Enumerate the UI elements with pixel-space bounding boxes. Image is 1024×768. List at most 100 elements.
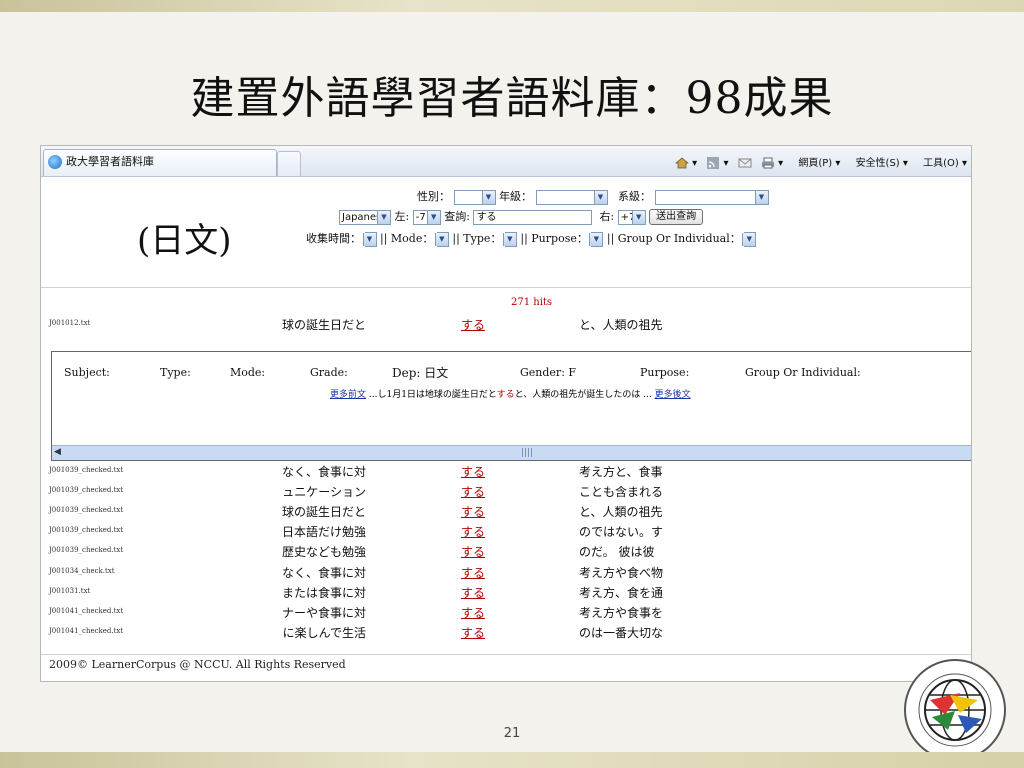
horizontal-scrollbar[interactable]: ◀ <box>52 445 971 460</box>
dept-select[interactable]: ▼ <box>654 189 769 205</box>
purpose-select[interactable]: ▼ <box>589 231 604 247</box>
print-icon[interactable]: ▾ <box>761 157 783 169</box>
filter-row-1: 性別： ▼ 年級： ▼ 系級： ▼ <box>417 188 769 205</box>
submit-query-button[interactable]: 送出查詢 <box>649 209 704 225</box>
right-context: と、人類の祖先 <box>579 505 663 520</box>
kwic-row: J001039_checked.txt なく、食事に対 する 考え方と、食事 <box>41 461 971 481</box>
file-name: J001041_checked.txt <box>49 626 124 635</box>
right-context: 考え方や食事を <box>579 605 664 620</box>
language-select[interactable]: Japanese ▼ <box>339 209 391 225</box>
file-name: J001031.txt <box>49 586 91 595</box>
footer-divider <box>41 654 971 655</box>
right-window-select[interactable]: +7 ▼ <box>617 209 646 225</box>
chevron-left-icon[interactable]: ◀ <box>54 447 61 457</box>
kwic-row: J001041_checked.txt に楽しんで生活 する のは一番大切な <box>41 622 971 642</box>
concordance-sentence: 更多前文 ...し1月1日は地球の誕生日だとすると、人類の祖先が誕生したのは .… <box>330 387 691 400</box>
safety-menu[interactable]: 安全性(S) ▾ <box>850 158 908 169</box>
file-name: J001039_checked.txt <box>49 526 124 535</box>
keyword-link[interactable]: する <box>461 483 485 500</box>
new-tab-button[interactable] <box>277 151 301 176</box>
collect-time-label: 收集時間： <box>306 232 361 245</box>
kwic-row: J001034_check.txt なく、食事に対 する 考え方や食べ物 <box>41 562 971 582</box>
chevron-down-icon: ▼ <box>593 190 607 204</box>
file-name: J001039_checked.txt <box>49 546 124 555</box>
purpose-field: Purpose: <box>640 366 690 379</box>
left-context: ュニケーション <box>282 485 366 500</box>
chevron-down-icon: ▼ <box>754 190 768 204</box>
grade-field: Grade: <box>310 366 348 379</box>
gender-field: Gender: F <box>520 366 577 379</box>
kwic-row-first: J001012.txt 球の誕生日だと する と、人類の祖先 <box>41 314 971 334</box>
browser-tab[interactable]: 政大學習者語料庫 <box>43 149 277 176</box>
keyword-link[interactable]: する <box>461 604 485 621</box>
chevron-down-icon: ▼ <box>434 232 448 246</box>
keyword-link[interactable]: する <box>461 624 485 641</box>
file-name: J001012.txt <box>49 319 91 327</box>
keyword-link[interactable]: する <box>461 584 485 601</box>
left-window-label: 左: <box>394 210 410 223</box>
group-field: Group Or Individual: <box>745 366 861 379</box>
type-select[interactable]: ▼ <box>502 231 517 247</box>
tools-menu[interactable]: 工具(O) ▾ <box>917 158 967 169</box>
chevron-down-icon: ▼ <box>742 232 756 246</box>
filter-row-3: 收集時間： ▼ || Mode： ▼ || Type： ▼ || Purpose… <box>306 230 757 247</box>
right-context: ことも含まれる <box>579 485 664 500</box>
mode-select[interactable]: ▼ <box>434 231 449 247</box>
page-menu[interactable]: 網頁(P) ▾ <box>792 158 840 169</box>
right-context: のは一番大切な <box>579 625 664 640</box>
right-context: 考え方と、食事 <box>579 465 663 479</box>
more-after-link[interactable]: 更多後文 <box>655 390 691 400</box>
sentence-keyword: する <box>496 390 515 400</box>
kwic-row: J001039_checked.txt 球の誕生日だと する と、人類の祖先 <box>41 501 971 521</box>
left-context: 日本語だけ勉強 <box>281 525 366 540</box>
sentence-right: と、人類の祖先が誕生したのは ... <box>514 390 652 400</box>
mail-icon[interactable] <box>738 158 752 169</box>
dep-field: Dep: 日文 <box>392 366 449 380</box>
right-context: のだ。 彼は彼 <box>579 545 655 560</box>
group-label: || Group Or Individual： <box>606 232 741 245</box>
group-select[interactable]: ▼ <box>742 231 757 247</box>
left-window-select[interactable]: -7 ▼ <box>412 209 441 225</box>
divider <box>41 287 971 288</box>
kwic-row: J001039_checked.txt 日本語だけ勉強 する のではない。す <box>41 521 971 541</box>
rss-icon[interactable]: ▾ <box>706 157 729 169</box>
filter-row-2: Japanese ▼ 左: -7 ▼ 查詢: する 右: +7 ▼ 送出查詢 <box>339 208 704 225</box>
chevron-down-icon: ▼ <box>426 210 440 224</box>
keyword-link[interactable]: する <box>461 463 485 480</box>
search-form: (日文) 性別： ▼ 年級： ▼ 系級： ▼ Japanese ▼ 左: -7 ▼ … <box>41 177 971 287</box>
right-context: 考え方や食べ物 <box>579 565 664 580</box>
file-name: J001039_checked.txt <box>49 486 124 495</box>
gender-select[interactable]: ▼ <box>453 189 496 205</box>
sentence-left: ...し1月1日は地球の誕生日だと <box>368 390 497 400</box>
keyword-link[interactable]: する <box>461 543 485 560</box>
home-icon[interactable]: ▾ <box>674 157 697 169</box>
left-context: に楽しんで生活 <box>282 625 366 640</box>
hits-count: 271 hits <box>511 297 553 308</box>
right-context: 考え方、食を通 <box>579 585 664 600</box>
file-name: J001034_check.txt <box>49 566 115 575</box>
left-context: なく、食事に対 <box>281 565 366 580</box>
keyword-link[interactable]: する <box>461 523 485 540</box>
keyword-link[interactable]: する <box>461 316 485 333</box>
kwic-row: J001039_checked.txt ュニケーション する ことも含まれる <box>41 481 971 501</box>
scrollbar-grip[interactable] <box>522 448 532 457</box>
more-before-link[interactable]: 更多前文 <box>330 390 366 400</box>
query-input[interactable]: する <box>473 209 593 225</box>
keyword-link[interactable]: する <box>461 564 485 581</box>
grade-label: 年級： <box>499 190 532 203</box>
chevron-down-icon: ▼ <box>502 232 516 246</box>
grade-select[interactable]: ▼ <box>535 189 608 205</box>
query-label: 查詢: <box>444 210 470 223</box>
right-window-label: 右: <box>599 210 615 223</box>
collect-time-select[interactable]: ▼ <box>362 231 377 247</box>
dept-label: 系級： <box>618 190 651 203</box>
mode-label: || Mode： <box>380 232 434 245</box>
file-name: J001039_checked.txt <box>49 466 124 474</box>
file-name: J001039_checked.txt <box>49 506 124 515</box>
command-bar: ▾ ▾ ▾ 網頁(P) ▾ 安全性(S) ▾ 工具(O) ▾ <box>669 154 967 169</box>
right-context: のではない。す <box>579 525 664 540</box>
chevron-down-icon: ▼ <box>362 232 376 246</box>
tab-title: 政大學習者語料庫 <box>66 155 154 168</box>
keyword-link[interactable]: する <box>461 503 485 520</box>
page-number: 21 <box>503 726 521 741</box>
